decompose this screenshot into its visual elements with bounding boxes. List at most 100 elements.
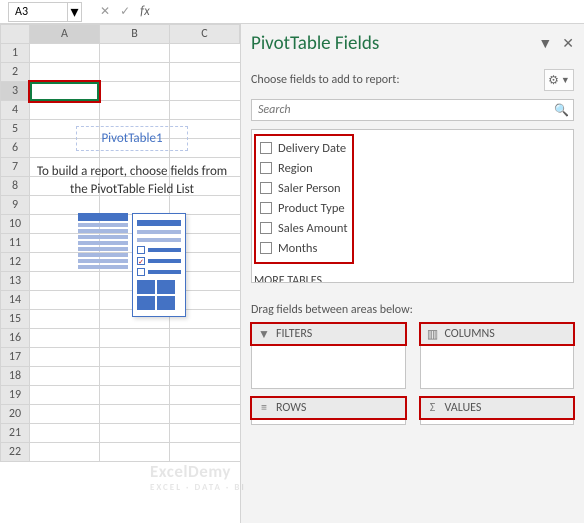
row-header[interactable]: 16 xyxy=(0,329,30,348)
fx-icon[interactable]: fx xyxy=(140,4,150,19)
close-icon[interactable]: ✕ xyxy=(562,35,574,52)
row-header[interactable]: 17 xyxy=(0,348,30,367)
cell[interactable] xyxy=(100,82,170,101)
row-header[interactable]: 6 xyxy=(0,139,30,158)
row-header[interactable]: 10 xyxy=(0,215,30,234)
cell[interactable] xyxy=(170,44,240,63)
filters-area[interactable]: ▼FILTERS xyxy=(251,323,406,389)
row-header[interactable]: 7 xyxy=(0,158,30,177)
cell[interactable] xyxy=(170,329,240,348)
checkbox-icon[interactable] xyxy=(260,222,272,234)
pivot-instruction: To build a report, choose fields from th… xyxy=(36,163,228,199)
columns-icon: ▥ xyxy=(427,328,439,340)
row-header[interactable]: 22 xyxy=(0,443,30,462)
cell[interactable] xyxy=(30,367,100,386)
column-header-b[interactable]: B xyxy=(100,24,170,44)
rows-dropzone[interactable] xyxy=(251,419,406,425)
column-header-a[interactable]: A xyxy=(30,24,100,44)
field-item[interactable]: Product Type xyxy=(260,198,348,218)
cell[interactable] xyxy=(30,82,100,101)
row-header[interactable]: 9 xyxy=(0,196,30,215)
row-header[interactable]: 18 xyxy=(0,367,30,386)
rows-area[interactable]: ≡ROWS xyxy=(251,397,406,425)
checkbox-icon[interactable] xyxy=(260,142,272,154)
row-header[interactable]: 8 xyxy=(0,177,30,196)
cell[interactable] xyxy=(30,329,100,348)
field-list[interactable]: Delivery Date Region Saler Person Produc… xyxy=(251,129,574,283)
row-header[interactable]: 4 xyxy=(0,101,30,120)
name-box-dropdown[interactable]: ▾ xyxy=(68,2,82,22)
cell[interactable] xyxy=(170,405,240,424)
row-header[interactable]: 21 xyxy=(0,424,30,443)
row-header[interactable]: 20 xyxy=(0,405,30,424)
column-header-c[interactable]: C xyxy=(170,24,240,44)
filters-dropzone[interactable] xyxy=(251,345,406,389)
cell[interactable] xyxy=(170,367,240,386)
layout-gear-button[interactable]: ⚙▼ xyxy=(544,69,574,91)
field-label: Region xyxy=(278,161,313,176)
cell[interactable] xyxy=(100,329,170,348)
cell[interactable] xyxy=(170,386,240,405)
row-header[interactable]: 15 xyxy=(0,310,30,329)
more-tables-link[interactable]: MORE TABLES... xyxy=(254,274,571,283)
cell[interactable] xyxy=(170,63,240,82)
row-header[interactable]: 1 xyxy=(0,44,30,63)
pivot-placeholder: PivotTable1 To build a report, choose fi… xyxy=(36,126,228,317)
cell[interactable] xyxy=(100,386,170,405)
cell[interactable] xyxy=(100,44,170,63)
cell[interactable] xyxy=(30,63,100,82)
row-header[interactable]: 3 xyxy=(0,82,30,101)
name-box[interactable]: A3 xyxy=(8,2,68,22)
cell[interactable] xyxy=(30,348,100,367)
field-item[interactable]: Delivery Date xyxy=(260,138,348,158)
cell[interactable] xyxy=(170,101,240,120)
cell[interactable] xyxy=(30,44,100,63)
field-item[interactable]: Months xyxy=(260,238,348,258)
columns-dropzone[interactable] xyxy=(420,345,575,389)
field-item[interactable]: Saler Person xyxy=(260,178,348,198)
cell[interactable] xyxy=(30,443,100,462)
cell[interactable] xyxy=(100,63,170,82)
field-item[interactable]: Sales Amount xyxy=(260,218,348,238)
row-header[interactable]: 12 xyxy=(0,253,30,272)
row-header[interactable]: 19 xyxy=(0,386,30,405)
cell[interactable] xyxy=(30,405,100,424)
search-input[interactable] xyxy=(251,99,574,121)
worksheet[interactable]: A B C 1234567891011121314151617181920212… xyxy=(0,24,240,523)
values-area[interactable]: ΣVALUES xyxy=(420,397,575,425)
pane-dropdown-icon[interactable]: ▼ xyxy=(538,35,552,52)
filter-icon: ▼ xyxy=(258,328,270,340)
row-header[interactable]: 2 xyxy=(0,63,30,82)
checkbox-icon[interactable] xyxy=(260,202,272,214)
field-label: Sales Amount xyxy=(278,221,348,236)
cell[interactable] xyxy=(170,348,240,367)
area-label: ROWS xyxy=(276,401,306,415)
cell[interactable] xyxy=(30,101,100,120)
cell[interactable] xyxy=(100,424,170,443)
confirm-icon: ✓ xyxy=(120,4,130,19)
gear-icon: ⚙ xyxy=(548,73,559,88)
checkbox-icon[interactable] xyxy=(260,242,272,254)
cell[interactable] xyxy=(30,386,100,405)
checkbox-icon[interactable] xyxy=(260,182,272,194)
cell[interactable] xyxy=(170,82,240,101)
row-header[interactable]: 5 xyxy=(0,120,30,139)
cell[interactable] xyxy=(100,405,170,424)
cell[interactable] xyxy=(30,424,100,443)
select-all-corner[interactable] xyxy=(0,24,30,44)
field-item[interactable]: Region xyxy=(260,158,348,178)
cell[interactable] xyxy=(170,443,240,462)
row-header[interactable]: 11 xyxy=(0,234,30,253)
checkbox-icon[interactable] xyxy=(260,162,272,174)
columns-area[interactable]: ▥COLUMNS xyxy=(420,323,575,389)
row-header[interactable]: 14 xyxy=(0,291,30,310)
search-icon[interactable]: 🔍 xyxy=(554,103,569,118)
cell[interactable] xyxy=(100,348,170,367)
cell[interactable] xyxy=(170,424,240,443)
values-dropzone[interactable] xyxy=(420,419,575,425)
row-header[interactable]: 13 xyxy=(0,272,30,291)
cell[interactable] xyxy=(100,443,170,462)
cell[interactable] xyxy=(100,367,170,386)
cell[interactable] xyxy=(100,101,170,120)
pane-subtitle: Choose fields to add to report: xyxy=(251,73,400,87)
